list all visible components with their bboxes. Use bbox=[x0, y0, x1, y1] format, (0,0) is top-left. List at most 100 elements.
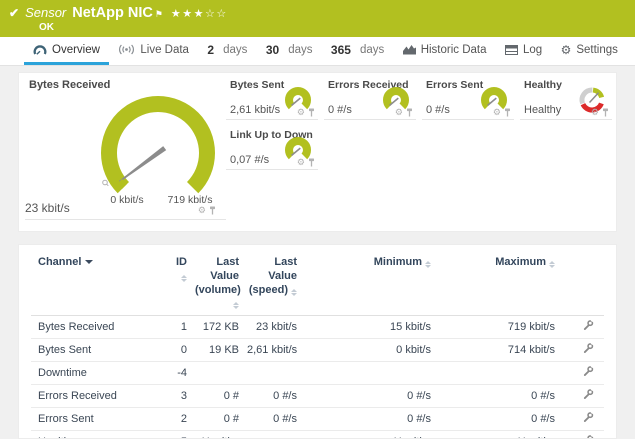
gauge-scale-min: 0 kbit/s bbox=[99, 194, 155, 206]
col-sublabel: (volume) bbox=[195, 284, 241, 296]
pin-icon[interactable] bbox=[406, 108, 413, 117]
stars-empty[interactable]: ☆☆ bbox=[205, 8, 228, 20]
channel-name[interactable]: Downtime bbox=[31, 362, 169, 385]
tab-number: 365 bbox=[331, 43, 351, 57]
col-label: Last Value bbox=[210, 256, 239, 282]
col-label: Last Value bbox=[268, 256, 297, 282]
col-header-last-value-volume[interactable]: Last Value (volume) bbox=[195, 250, 247, 316]
gauge-current-value: 2,61 kbit/s bbox=[230, 104, 280, 116]
priority-flag-icon[interactable]: ⚑ bbox=[155, 9, 163, 20]
favorite-rating[interactable]: ★★★☆☆ bbox=[171, 7, 228, 20]
gauge-title: Healthy bbox=[524, 79, 562, 91]
channel-last-value-volume: 0 # bbox=[195, 385, 247, 408]
gauge-current-value: 0,07 #/s bbox=[230, 154, 269, 166]
gauge-title: Bytes Sent bbox=[230, 79, 284, 91]
channel-name[interactable]: Healthy bbox=[31, 431, 169, 439]
channel-settings-wrench-icon[interactable] bbox=[583, 343, 594, 354]
status-ok-check-icon: ✔ bbox=[9, 6, 19, 20]
channel-settings-wrench-icon[interactable] bbox=[583, 366, 594, 377]
pin-icon[interactable] bbox=[308, 108, 315, 117]
sensor-status-text: OK bbox=[39, 22, 635, 33]
pin-icon[interactable] bbox=[209, 206, 216, 215]
channel-last-value-speed: 2,61 kbit/s bbox=[247, 339, 305, 362]
sort-icon bbox=[181, 275, 187, 282]
col-label: Channel bbox=[38, 256, 81, 268]
col-header-minimum[interactable]: Minimum bbox=[305, 250, 439, 316]
tab-log[interactable]: Log bbox=[496, 37, 551, 65]
gauge-settings-gear-icon[interactable]: ⚙ bbox=[198, 206, 206, 215]
col-header-last-value-speed[interactable]: Last Value (speed) bbox=[247, 250, 305, 316]
tab-bar: Overview Live Data 2 days 30 days 365 da… bbox=[0, 37, 635, 66]
tab-overview[interactable]: Overview bbox=[24, 37, 109, 65]
channel-last-value-volume bbox=[195, 362, 247, 385]
col-header-id[interactable]: ID bbox=[169, 250, 195, 316]
table-row: Errors Received 3 0 # 0 #/s 0 #/s 0 #/s bbox=[31, 385, 604, 408]
chart-icon bbox=[403, 44, 416, 55]
pin-icon[interactable] bbox=[602, 108, 609, 117]
gauge-settings-gear-icon[interactable]: ⚙ bbox=[297, 158, 305, 167]
gauge-settings-gear-icon[interactable]: ⚙ bbox=[591, 108, 599, 117]
gauge-settings-gear-icon[interactable]: ⚙ bbox=[493, 108, 501, 117]
tab-365-days[interactable]: 365 days bbox=[322, 37, 393, 65]
gauge-settings-gear-icon[interactable]: ⚙ bbox=[395, 108, 403, 117]
channel-last-value-speed bbox=[247, 431, 305, 439]
sort-icon bbox=[425, 261, 431, 268]
gauge-needle bbox=[590, 93, 599, 103]
channel-table-panel: Channel ID Last Value (volume) Last Valu… bbox=[18, 244, 617, 439]
sensor-name: NetApp NIC bbox=[72, 5, 153, 21]
channel-name[interactable]: Errors Sent bbox=[31, 408, 169, 431]
channel-minimum: 15 kbit/s bbox=[305, 316, 439, 339]
channel-maximum: Healthy bbox=[439, 431, 563, 439]
tab-30-days[interactable]: 30 days bbox=[257, 37, 322, 65]
col-label: Maximum bbox=[495, 256, 546, 268]
channel-name[interactable]: Errors Received bbox=[31, 385, 169, 408]
col-header-actions bbox=[563, 250, 604, 316]
sort-icon bbox=[233, 302, 239, 309]
channel-last-value-speed: 0 #/s bbox=[247, 408, 305, 431]
table-row: Downtime -4 bbox=[31, 362, 604, 385]
channel-maximum: 714 kbit/s bbox=[439, 339, 563, 362]
tab-label: Log bbox=[523, 44, 542, 56]
pin-icon[interactable] bbox=[504, 108, 511, 117]
col-header-maximum[interactable]: Maximum bbox=[439, 250, 563, 316]
channel-table: Channel ID Last Value (volume) Last Valu… bbox=[31, 250, 604, 439]
stars-filled[interactable]: ★★★ bbox=[171, 8, 205, 20]
channel-minimum: 0 #/s bbox=[305, 408, 439, 431]
channel-settings-wrench-icon[interactable] bbox=[583, 389, 594, 400]
channel-maximum: 719 kbit/s bbox=[439, 316, 563, 339]
gauge-settings-gear-icon[interactable]: ⚙ bbox=[297, 108, 305, 117]
gauge-cell-errors-received: Errors Received 0 #/s ⚙ bbox=[324, 73, 416, 120]
tab-live-data[interactable]: Live Data bbox=[109, 37, 198, 65]
tab-2-days[interactable]: 2 days bbox=[198, 37, 256, 65]
tab-label: Historic Data bbox=[421, 44, 487, 56]
channel-settings-wrench-icon[interactable] bbox=[583, 435, 594, 439]
tab-number: 30 bbox=[266, 43, 279, 57]
channel-settings-wrench-icon[interactable] bbox=[583, 320, 594, 331]
pin-icon[interactable] bbox=[308, 158, 315, 167]
channel-name[interactable]: Bytes Sent bbox=[31, 339, 169, 362]
tab-label: Settings bbox=[576, 44, 618, 56]
log-table-icon bbox=[505, 45, 518, 55]
gauge-cell-errors-sent: Errors Sent 0 #/s ⚙ bbox=[422, 73, 514, 120]
channel-maximum: 0 #/s bbox=[439, 408, 563, 431]
zoom-icon bbox=[103, 180, 109, 186]
table-row: Bytes Received 1 172 KB 23 kbit/s 15 kbi… bbox=[31, 316, 604, 339]
tab-settings[interactable]: ⚙ Settings bbox=[552, 37, 627, 65]
channel-last-value-volume: 19 KB bbox=[195, 339, 247, 362]
tab-historic-data[interactable]: Historic Data bbox=[394, 37, 496, 65]
sensor-status-bar: ✔ Sensor NetApp NIC ⚑ ★★★☆☆ OK bbox=[0, 0, 635, 37]
channel-name[interactable]: Bytes Received bbox=[31, 316, 169, 339]
tab-unit: days bbox=[223, 44, 247, 56]
table-row: Bytes Sent 0 19 KB 2,61 kbit/s 0 kbit/s … bbox=[31, 339, 604, 362]
channel-settings-wrench-icon[interactable] bbox=[583, 412, 594, 423]
channel-id: 1 bbox=[169, 316, 195, 339]
tab-label: Overview bbox=[52, 44, 100, 56]
channel-id: 2 bbox=[169, 408, 195, 431]
channel-minimum: Healthy bbox=[305, 431, 439, 439]
col-header-channel[interactable]: Channel bbox=[31, 250, 169, 316]
table-row: Healthy 5 Healthy Healthy Healthy bbox=[31, 431, 604, 439]
gauge-current-value: 0 #/s bbox=[328, 104, 352, 116]
live-signal-icon bbox=[118, 44, 135, 55]
gauge-title: Errors Sent bbox=[426, 79, 483, 91]
channel-minimum: 0 #/s bbox=[305, 385, 439, 408]
